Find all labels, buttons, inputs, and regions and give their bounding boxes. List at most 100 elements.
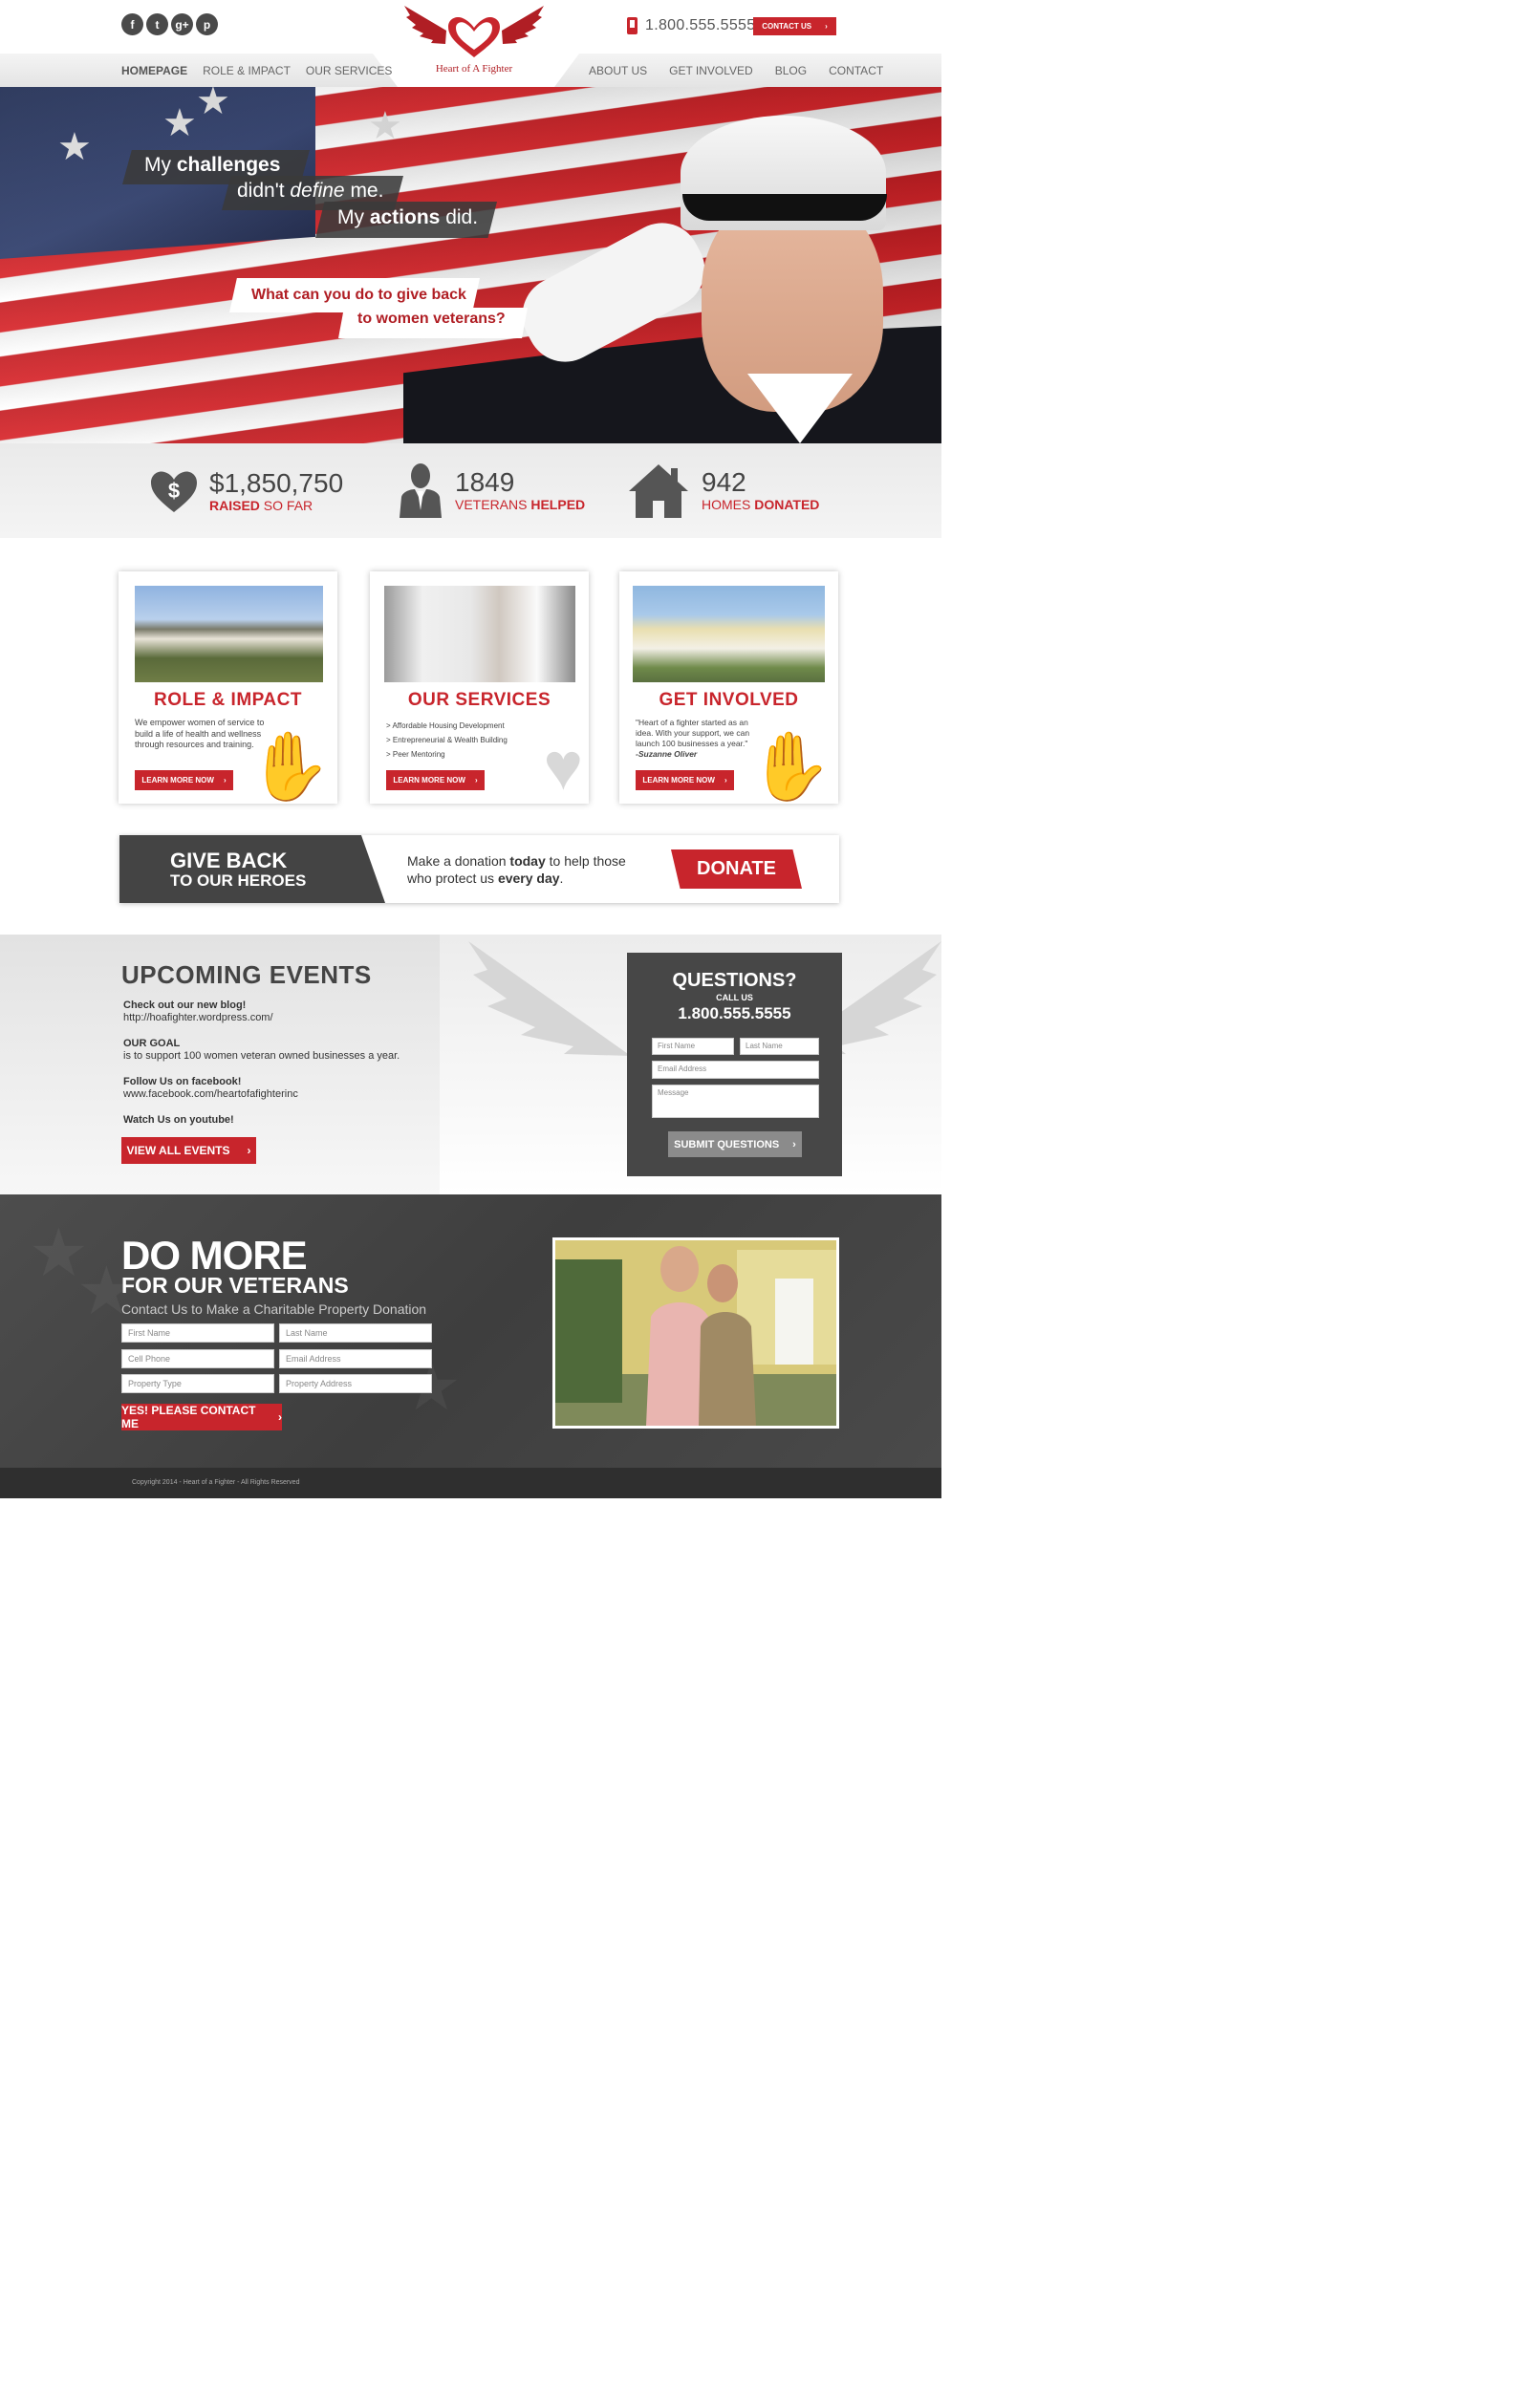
- view-all-events-button[interactable]: VIEW ALL EVENTS ›: [121, 1137, 256, 1164]
- site-logo[interactable]: Heart of A Fighter: [401, 2, 547, 80]
- first-name-field[interactable]: First Name: [652, 1038, 734, 1055]
- email-field[interactable]: Email Address: [652, 1061, 819, 1079]
- chevron-right-icon: ›: [792, 1138, 796, 1150]
- card-role-impact: ROLE & IMPACT We empower women of servic…: [119, 571, 337, 804]
- tagline-line-1: My challenges: [144, 154, 281, 176]
- stat-homes-label: HOMES DONATED: [702, 497, 820, 512]
- do-more-subtitle: FOR OUR VETERANS: [121, 1273, 349, 1298]
- hand-icon: ✋: [748, 729, 832, 804]
- winged-heart-icon: [404, 6, 544, 57]
- give-back-title: GIVE BACK: [170, 849, 288, 872]
- card-quote: "Heart of a fighter started as an idea. …: [636, 718, 750, 759]
- card-title: ROLE & IMPACT: [154, 690, 302, 710]
- logo-text: Heart of A Fighter: [435, 63, 513, 75]
- contact-us-label: CONTACT US: [762, 22, 812, 31]
- card-get-involved: GET INVOLVED "Heart of a fighter started…: [619, 571, 838, 804]
- nav-left: HOMEPAGE ROLE & IMPACT OUR SERVICES: [121, 64, 392, 77]
- do-more-title: DO MORE: [121, 1233, 308, 1278]
- stat-homes: 942 HOMES DONATED: [627, 462, 819, 518]
- nav-role-impact[interactable]: ROLE & IMPACT: [203, 64, 291, 77]
- nav-homepage[interactable]: HOMEPAGE: [121, 64, 187, 77]
- card-our-services: OUR SERVICES > Affordable Housing Develo…: [370, 571, 589, 804]
- stat-raised-label: RAISED SO FAR: [209, 498, 313, 513]
- message-field[interactable]: Message: [652, 1085, 819, 1118]
- nav-about-us[interactable]: ABOUT US: [589, 64, 647, 77]
- give-back-subtitle: TO OUR HEROES: [170, 871, 307, 890]
- facebook-icon[interactable]: f: [121, 13, 143, 35]
- card-title: GET INVOLVED: [659, 690, 799, 710]
- property-address-field[interactable]: Property Address: [279, 1374, 432, 1393]
- pinterest-icon[interactable]: p: [196, 13, 218, 35]
- cell-phone-field[interactable]: Cell Phone: [121, 1349, 274, 1368]
- give-back-text: Make a donation today to help those who …: [407, 853, 626, 886]
- event-block: Watch Us on youtube!: [123, 1114, 234, 1127]
- social-links: f t g+ p: [121, 13, 218, 35]
- header-phone: 1.800.555.5555: [627, 17, 755, 34]
- last-name-field[interactable]: Last Name: [740, 1038, 819, 1055]
- chevron-right-icon: ›: [247, 1144, 251, 1157]
- heart-hands-icon: ♥: [543, 729, 583, 804]
- phone-icon: [627, 17, 638, 34]
- card-title: OUR SERVICES: [407, 690, 551, 710]
- chevron-right-icon: ›: [825, 22, 828, 31]
- facebook-link[interactable]: www.facebook.com/heartofafighterinc: [123, 1088, 298, 1100]
- hero-question-2: to women veterans?: [357, 311, 506, 327]
- hero-question-1: What can you do to give back: [251, 287, 466, 303]
- questions-title: QUESTIONS?: [672, 970, 797, 991]
- stat-veterans: 1849 VETERANS HELPED: [398, 462, 585, 518]
- chevron-right-icon: ›: [474, 776, 478, 785]
- call-us-label: CALL US: [716, 993, 753, 1002]
- stat-raised: $ $1,850,750 RAISED SO FAR: [150, 468, 343, 514]
- twitter-icon[interactable]: t: [146, 13, 168, 35]
- tagline-line-2: didn't define me.: [237, 180, 384, 202]
- nav-our-services[interactable]: OUR SERVICES: [306, 64, 392, 77]
- contact-me-button[interactable]: YES! PLEASE CONTACT ME ›: [121, 1404, 282, 1430]
- questions-phone: 1.800.555.5555: [678, 1004, 791, 1022]
- event-block: Check out our new blog! http://hoafighter…: [123, 1000, 273, 1023]
- hand-heart-icon: ✋: [248, 729, 332, 804]
- copyright-text: Copyright 2014 - Heart of a Fighter - Al…: [132, 1479, 300, 1486]
- house-icon: [629, 464, 688, 518]
- stat-veterans-value: 1849: [455, 467, 515, 497]
- phone-number: 1.800.555.5555: [645, 17, 756, 33]
- service-item: > Entrepreneurial & Wealth Building: [386, 736, 508, 744]
- footer: Copyright 2014 - Heart of a Fighter - Al…: [0, 1468, 941, 1498]
- learn-more-button[interactable]: LEARN MORE NOW ›: [636, 770, 734, 790]
- contact-us-button[interactable]: CONTACT US ›: [753, 17, 836, 35]
- veteran-icon: [400, 463, 442, 518]
- stat-raised-value: $1,850,750: [209, 468, 344, 498]
- youtube-link[interactable]: Watch Us on youtube!: [123, 1114, 234, 1126]
- blog-link[interactable]: http://hoafighter.wordpress.com/: [123, 1012, 273, 1023]
- do-more-description: Contact Us to Make a Charitable Property…: [121, 1301, 427, 1317]
- events-title: UPCOMING EVENTS: [121, 960, 372, 989]
- give-back-banner: GIVE BACK TO OUR HEROES Make a donation …: [119, 835, 839, 903]
- nav-blog[interactable]: BLOG: [775, 64, 807, 77]
- couple-illustration: [555, 1240, 836, 1426]
- first-name-field[interactable]: First Name: [121, 1323, 274, 1343]
- stat-homes-value: 942: [702, 467, 746, 497]
- submit-questions-button[interactable]: SUBMIT QUESTIONS ›: [668, 1131, 802, 1157]
- email-field[interactable]: Email Address: [279, 1349, 432, 1368]
- cap-visor: [682, 194, 887, 221]
- donated-home-photo: [633, 586, 825, 682]
- nav-right: ABOUT US GET INVOLVED BLOG CONTACT: [589, 64, 883, 77]
- service-item: > Peer Mentoring: [386, 750, 445, 759]
- svg-text:$: $: [168, 479, 180, 503]
- property-type-field[interactable]: Property Type: [121, 1374, 274, 1393]
- heart-dollar-icon: $: [151, 471, 197, 512]
- donate-button[interactable]: DONATE: [671, 849, 802, 889]
- hero-banner: ★ ★ ★ ★: [0, 87, 941, 443]
- google-plus-icon[interactable]: g+: [171, 13, 193, 35]
- questions-form: QUESTIONS? CALL US 1.800.555.5555 First …: [627, 953, 842, 1176]
- event-block: Follow Us on facebook! www.facebook.com/h…: [123, 1076, 298, 1100]
- chevron-right-icon: ›: [223, 776, 227, 785]
- learn-more-button[interactable]: LEARN MORE NOW ›: [135, 770, 233, 790]
- chevron-right-icon: ›: [724, 776, 727, 785]
- veteran-couple-photo: [552, 1237, 839, 1429]
- learn-more-button[interactable]: LEARN MORE NOW ›: [386, 770, 485, 790]
- house-photo: [135, 586, 323, 682]
- nav-get-involved[interactable]: GET INVOLVED: [669, 64, 753, 77]
- last-name-field[interactable]: Last Name: [279, 1323, 432, 1343]
- nav-contact[interactable]: CONTACT: [829, 64, 883, 77]
- chevron-right-icon: ›: [278, 1410, 282, 1424]
